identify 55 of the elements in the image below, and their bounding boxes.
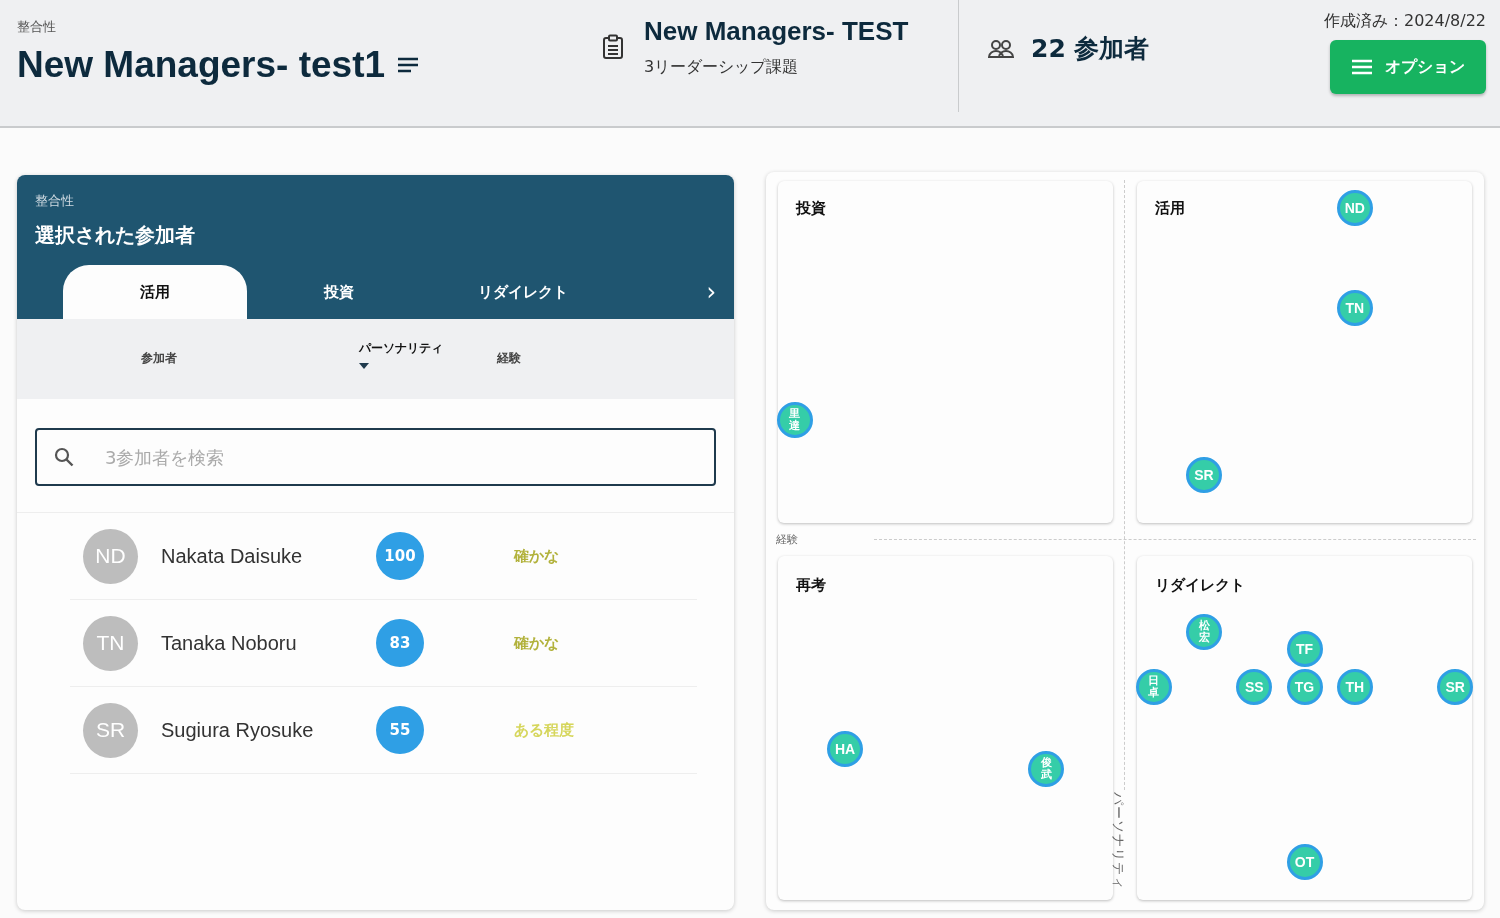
score-badge: 100: [376, 532, 424, 580]
menu-icon: [1351, 59, 1373, 75]
participant-name[interactable]: Tanaka Noboru: [161, 631, 376, 655]
panel-overline: 整合性: [35, 192, 75, 210]
sort-caret-icon: [359, 363, 369, 369]
avatar: SR: [83, 702, 138, 758]
participant-dot[interactable]: 日卓: [1135, 668, 1172, 705]
participant-count: 22 参加者: [1031, 33, 1150, 65]
created-date: 作成済み：2024/8/22: [1323, 11, 1486, 32]
page-overline: 整合性: [17, 18, 57, 36]
participant-dot[interactable]: TG: [1286, 668, 1323, 705]
participant-dot[interactable]: 俊武: [1028, 751, 1064, 788]
participant-name[interactable]: Nakata Daisuke: [161, 544, 376, 568]
quadrant-title: リダイレクト: [1155, 576, 1245, 595]
menu-icon[interactable]: [397, 56, 420, 74]
search-icon: [53, 446, 75, 468]
y-axis-label: パーソナリティ: [1110, 792, 1127, 890]
quadrant-tab[interactable]: 投資: [247, 265, 431, 319]
experience-level: 確かな: [514, 633, 559, 653]
score-badge: 55: [376, 706, 424, 754]
panel-title: 選択された参加者: [35, 222, 196, 249]
participant-name[interactable]: Sugiura Ryosuke: [161, 718, 376, 742]
quadrant-tab[interactable]: リダイレクト: [431, 265, 615, 319]
quadrant-title: 再考: [796, 576, 826, 595]
column-header[interactable]: 参加者: [141, 350, 177, 367]
participant-dot[interactable]: TN: [1336, 289, 1373, 326]
participant-dot[interactable]: 松宏: [1186, 613, 1222, 650]
participant-dot[interactable]: SS: [1236, 668, 1273, 705]
participant-dot[interactable]: SR: [1186, 457, 1222, 494]
next-tab-button[interactable]: ›: [700, 265, 722, 319]
participant-dot[interactable]: 里達: [776, 402, 813, 439]
clipboard-icon: [602, 34, 624, 60]
experience-level: 確かな: [514, 546, 559, 566]
page-title: New Managers- test1: [17, 44, 386, 86]
participant-dot[interactable]: HA: [827, 730, 863, 767]
assessment-title: New Managers- TEST: [644, 16, 909, 47]
avatar: TN: [83, 615, 138, 671]
experience-level: ある程度: [514, 720, 574, 740]
people-icon: [987, 38, 1015, 59]
participant-dot[interactable]: TH: [1336, 668, 1373, 705]
participant-dot[interactable]: SR: [1437, 668, 1474, 705]
column-header[interactable]: 経験: [497, 350, 521, 367]
participant-dot[interactable]: ND: [1336, 190, 1373, 227]
participant-dot[interactable]: OT: [1286, 844, 1323, 881]
search-field[interactable]: 3参加者を検索: [35, 428, 716, 486]
x-axis-label: 経験: [776, 532, 798, 547]
column-header[interactable]: パーソナリティ: [359, 340, 443, 369]
score-badge: 83: [376, 619, 424, 667]
avatar: ND: [83, 528, 138, 584]
options-button[interactable]: オプション: [1330, 40, 1486, 94]
assessment-subtitle: 3リーダーシップ課題: [644, 57, 800, 78]
quadrant-tab[interactable]: 活用: [63, 265, 247, 319]
quadrant-title: 投資: [796, 199, 826, 218]
quadrant-title: 活用: [1155, 199, 1185, 218]
participant-dot[interactable]: TF: [1286, 630, 1323, 667]
